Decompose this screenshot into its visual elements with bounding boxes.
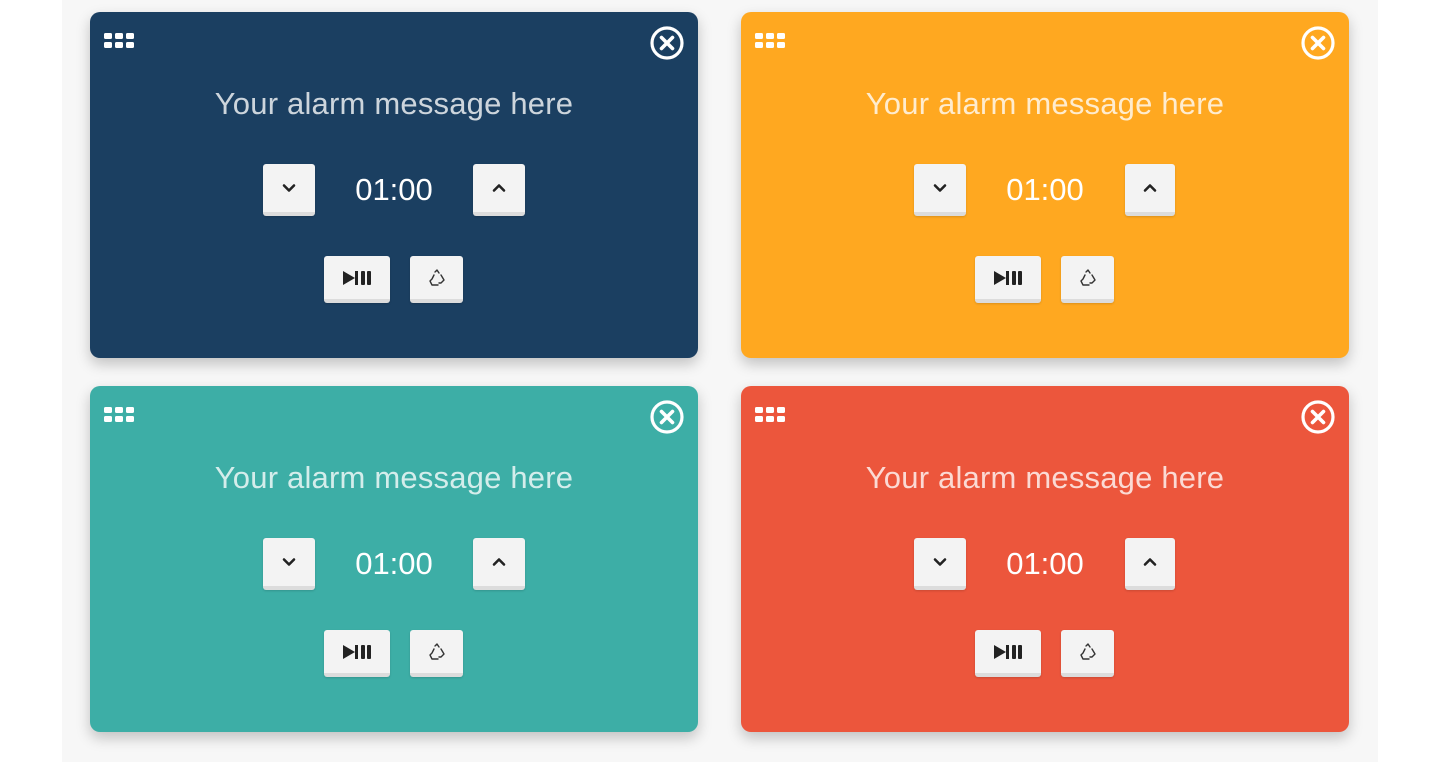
chevron-down-icon [933, 558, 947, 566]
time-display: 01:00 [355, 546, 433, 581]
close-circle-icon[interactable] [650, 400, 684, 434]
decrease-time-button[interactable] [914, 164, 966, 216]
chevron-up-icon [492, 558, 506, 566]
timer-card: Your alarm message here 01:00 [741, 386, 1349, 732]
increase-time-button[interactable] [473, 164, 525, 216]
reset-button[interactable] [1061, 256, 1114, 303]
grid-icon[interactable] [104, 32, 136, 56]
play-pause-icon [343, 270, 371, 285]
play-pause-button[interactable] [975, 630, 1041, 677]
chevron-up-icon [492, 184, 506, 192]
chevron-down-icon [933, 184, 947, 192]
play-pause-icon [994, 644, 1022, 659]
grid-icon[interactable] [755, 406, 787, 430]
reset-button[interactable] [410, 256, 463, 303]
decrease-time-button[interactable] [263, 538, 315, 590]
recycle-icon [1079, 268, 1096, 286]
alarm-message[interactable]: Your alarm message here [741, 86, 1349, 122]
play-pause-button[interactable] [975, 256, 1041, 303]
play-pause-button[interactable] [324, 256, 390, 303]
chevron-down-icon [282, 184, 296, 192]
play-pause-icon [994, 270, 1022, 285]
page: Your alarm message here 01:00 Your alarm… [0, 0, 1440, 762]
timer-card: Your alarm message here 01:00 [90, 12, 698, 358]
recycle-icon [1079, 642, 1096, 660]
decrease-time-button[interactable] [914, 538, 966, 590]
chevron-up-icon [1143, 558, 1157, 566]
decrease-time-button[interactable] [263, 164, 315, 216]
increase-time-button[interactable] [473, 538, 525, 590]
alarm-message[interactable]: Your alarm message here [90, 86, 698, 122]
chevron-down-icon [282, 558, 296, 566]
timer-card: Your alarm message here 01:00 [90, 386, 698, 732]
grid-icon[interactable] [755, 32, 787, 56]
timer-card: Your alarm message here 01:00 [741, 12, 1349, 358]
increase-time-button[interactable] [1125, 164, 1175, 216]
grid-icon[interactable] [104, 406, 136, 430]
chevron-up-icon [1143, 184, 1157, 192]
time-display: 01:00 [1006, 546, 1084, 581]
alarm-message[interactable]: Your alarm message here [741, 460, 1349, 496]
recycle-icon [428, 642, 445, 660]
recycle-icon [428, 268, 445, 286]
reset-button[interactable] [1061, 630, 1114, 677]
play-pause-icon [343, 644, 371, 659]
time-display: 01:00 [355, 172, 433, 207]
close-circle-icon[interactable] [1301, 400, 1335, 434]
reset-button[interactable] [410, 630, 463, 677]
play-pause-button[interactable] [324, 630, 390, 677]
close-circle-icon[interactable] [1301, 26, 1335, 60]
time-display: 01:00 [1006, 172, 1084, 207]
close-circle-icon[interactable] [650, 26, 684, 60]
alarm-message[interactable]: Your alarm message here [90, 460, 698, 496]
increase-time-button[interactable] [1125, 538, 1175, 590]
